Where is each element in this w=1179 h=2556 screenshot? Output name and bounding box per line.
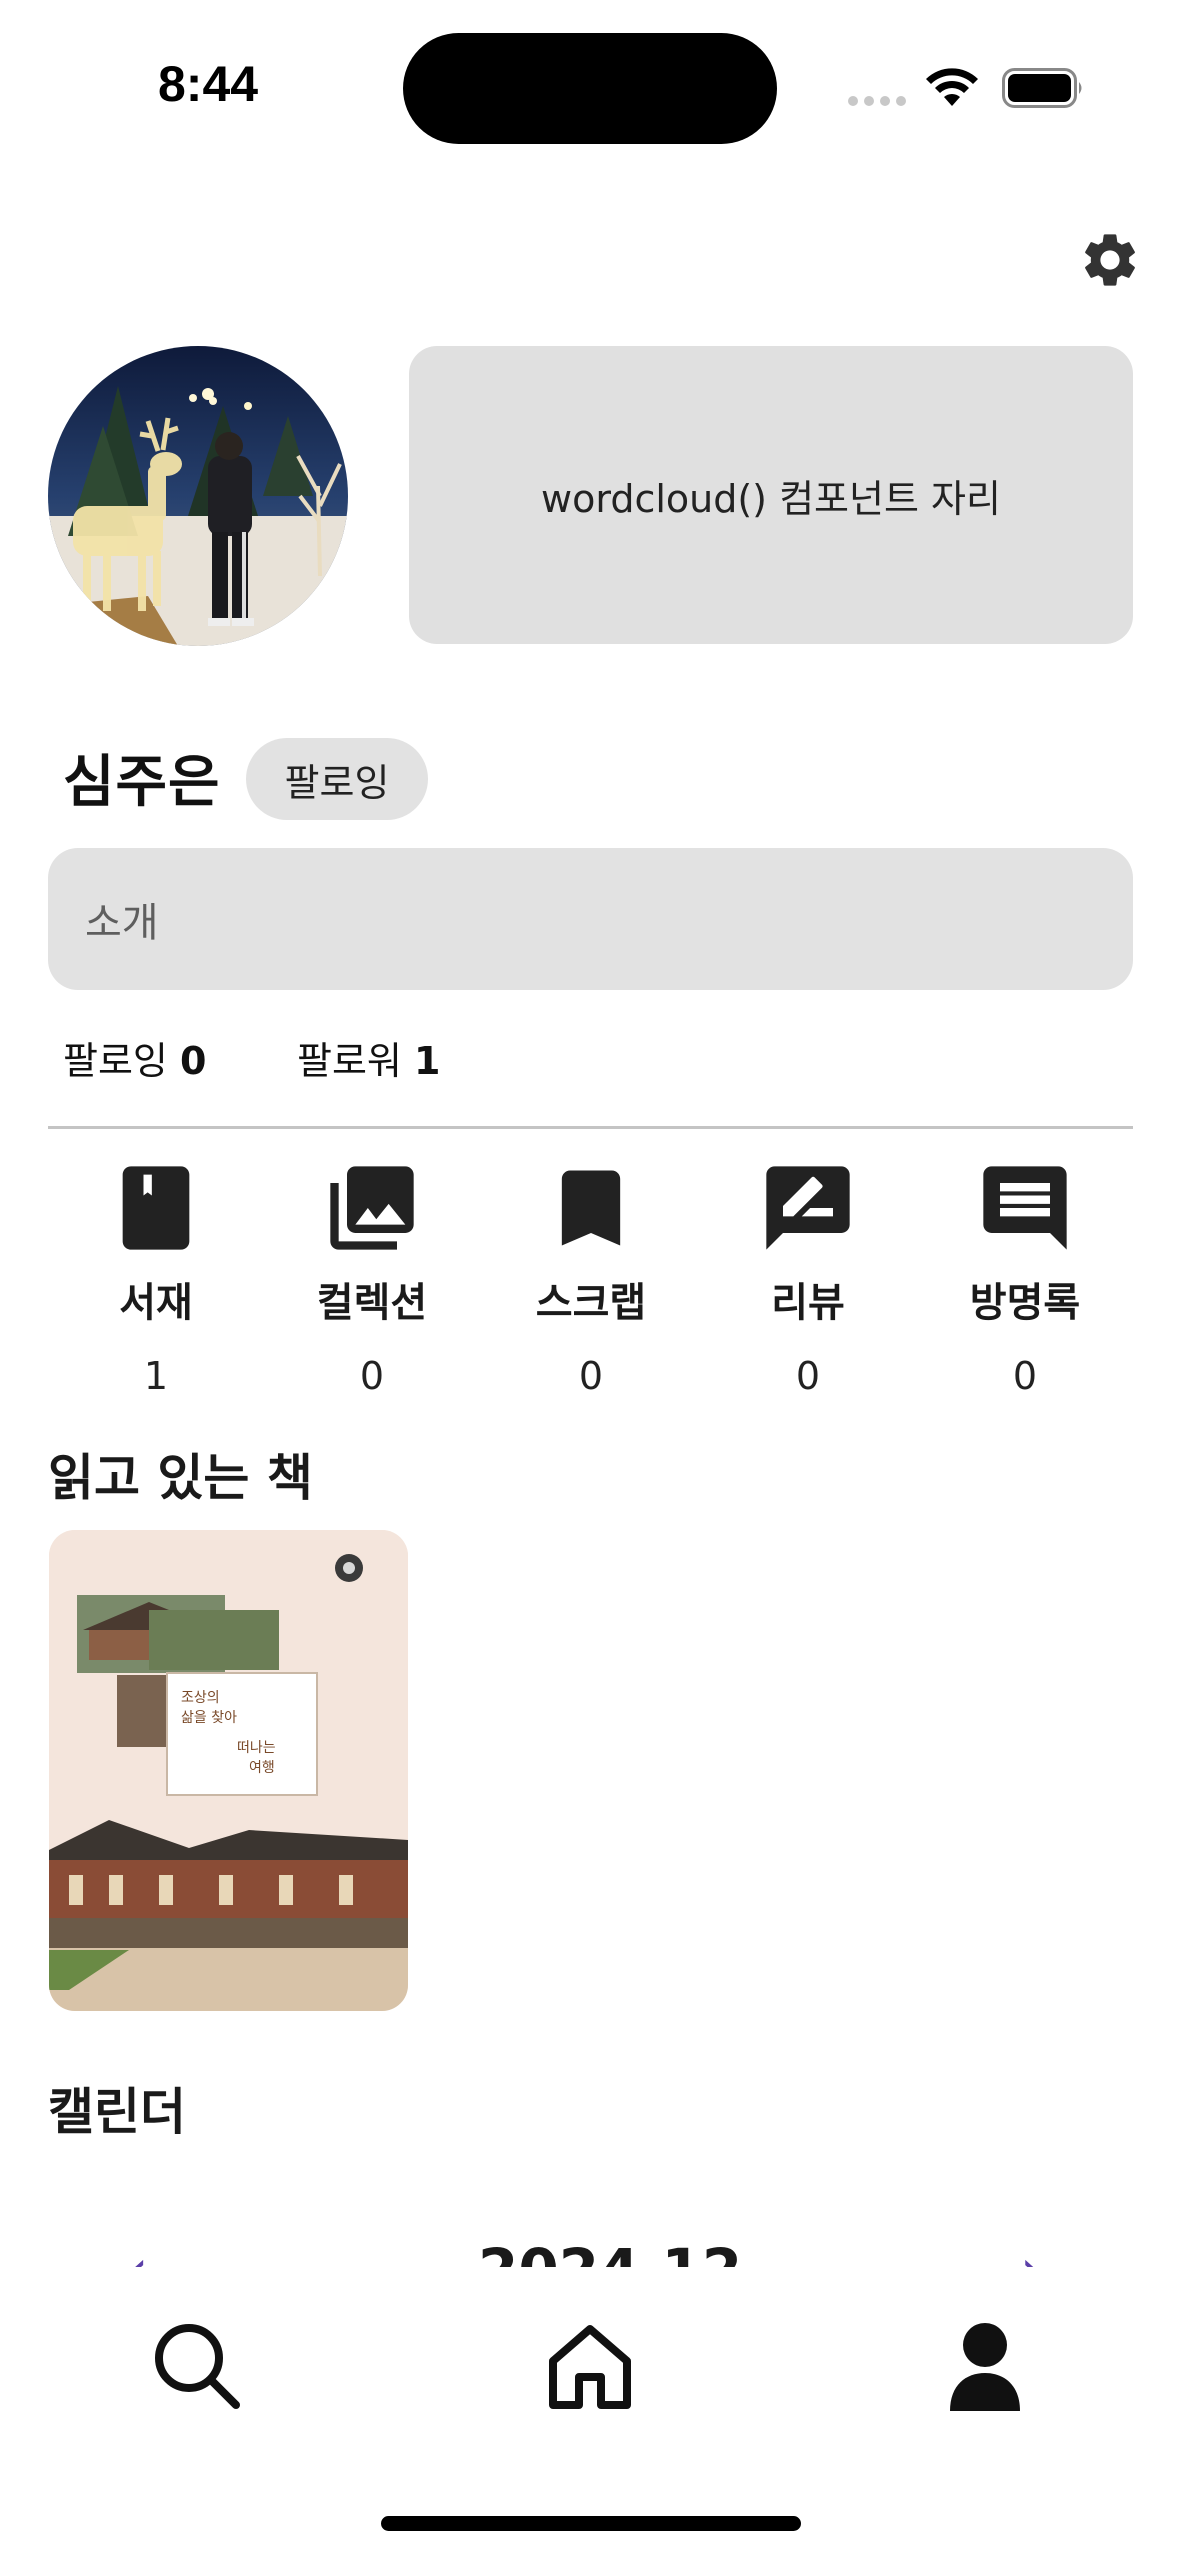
- stat-collection[interactable]: 컬렉션 0: [272, 1158, 472, 1398]
- stat-label: 컬렉션: [316, 1280, 428, 1326]
- bottom-tab-bar: [0, 2267, 1179, 2556]
- wifi-icon: [926, 68, 978, 106]
- gear-icon[interactable]: [1078, 228, 1142, 292]
- home-indicator: [381, 2516, 801, 2531]
- person-icon[interactable]: [930, 2311, 1040, 2421]
- battery-icon: [1002, 68, 1082, 108]
- bookmark-icon: [561, 1170, 621, 1246]
- divider: [48, 1126, 1133, 1129]
- book-cover-line-1: 조상의: [181, 1690, 220, 1706]
- calendar-section-title: 캘린더: [48, 2083, 186, 2141]
- stat-value: 0: [1012, 1354, 1038, 1398]
- comment-icon: [983, 1166, 1067, 1250]
- stat-label: 방명록: [969, 1280, 1081, 1326]
- search-icon[interactable]: [142, 2311, 252, 2421]
- follower-value: 1: [413, 1039, 441, 1083]
- stat-value: 0: [359, 1354, 385, 1398]
- stat-value: 1: [143, 1354, 169, 1398]
- book-cover-line-4: 여행: [249, 1760, 275, 1776]
- status-bar: 8:44: [0, 0, 1179, 170]
- follow-button[interactable]: 팔로잉: [246, 738, 428, 820]
- dynamic-island: [403, 33, 777, 144]
- stat-guestbook[interactable]: 방명록 0: [925, 1158, 1125, 1398]
- user-name: 심주은: [63, 750, 221, 815]
- stat-review[interactable]: 리뷰 0: [708, 1158, 908, 1398]
- photo-library-icon: [330, 1166, 414, 1250]
- reading-section-title: 읽고 있는 책: [48, 1449, 313, 1507]
- wordcloud-placeholder: wordcloud() 컴포넌트 자리: [409, 346, 1133, 644]
- book-cover-line-2: 삶을 찾아: [181, 1710, 237, 1726]
- home-icon[interactable]: [535, 2311, 645, 2421]
- stat-value: 0: [795, 1354, 821, 1398]
- following-value: 0: [179, 1039, 207, 1083]
- intro-field[interactable]: 소개: [48, 848, 1133, 990]
- stat-value: 0: [578, 1354, 604, 1398]
- stat-scrap[interactable]: 스크랩 0: [491, 1158, 691, 1398]
- rate-review-icon: [766, 1166, 850, 1250]
- stat-bookshelf[interactable]: 서재 1: [56, 1158, 256, 1398]
- following-label: 팔로잉: [63, 1039, 168, 1083]
- status-time: 8:44: [158, 56, 259, 112]
- book-cover-line-3: 떠나는: [237, 1740, 276, 1756]
- follower-label: 팔로워: [297, 1039, 402, 1083]
- book-icon: [122, 1166, 190, 1250]
- follower-count[interactable]: 팔로워 1: [297, 1030, 440, 1085]
- cellular-signal-icon: [848, 96, 908, 106]
- following-count[interactable]: 팔로잉 0: [63, 1030, 206, 1085]
- stat-label: 리뷰: [771, 1280, 845, 1326]
- stat-label: 서재: [119, 1280, 193, 1326]
- book-cover[interactable]: 조상의 삶을 찾아 떠나는 여행: [49, 1530, 408, 2011]
- avatar[interactable]: [48, 346, 348, 646]
- stat-label: 스크랩: [535, 1280, 647, 1326]
